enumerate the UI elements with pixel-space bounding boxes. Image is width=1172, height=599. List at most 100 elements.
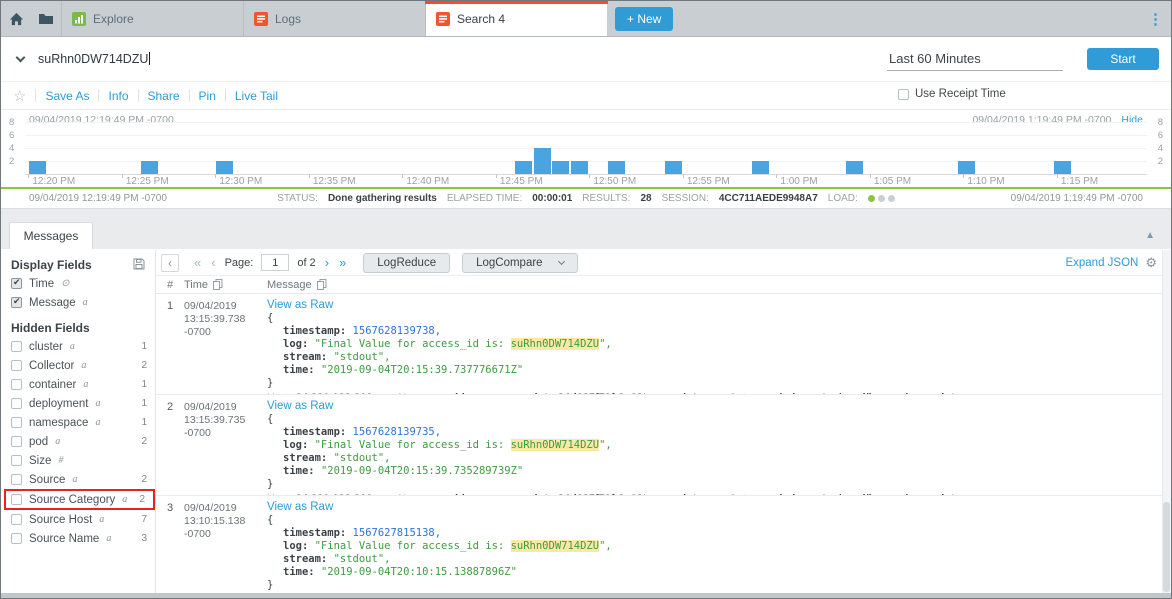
time-range-selector[interactable]: Last 60 Minutes [887, 47, 1063, 71]
histogram-bar[interactable] [552, 161, 569, 174]
hidden-field-row[interactable]: containera1 [11, 375, 155, 394]
host-value[interactable]: 34.220.128.216 [296, 392, 372, 394]
histogram-bar[interactable] [29, 161, 46, 174]
live-tail-link[interactable]: Live Tail [235, 89, 278, 103]
tab-explore[interactable]: Explore [61, 1, 243, 36]
save-fields-icon[interactable] [133, 258, 145, 273]
time-column-header[interactable]: Time [184, 279, 267, 291]
host-value[interactable]: 34.220.128.216 [296, 493, 372, 495]
query-expand-chevron-icon[interactable] [16, 52, 26, 62]
search-match-highlight: suRhn0DW714DZU [511, 439, 600, 451]
category-value[interactable]: kubernetes/prod/loggen/pagerduty [779, 493, 961, 495]
search-row: suRhn0DW714DZU Last 60 Minutes Start [1, 37, 1171, 82]
home-button[interactable] [1, 1, 31, 36]
view-as-raw-link[interactable]: View as Raw [267, 399, 1171, 413]
tab-logs[interactable]: Logs [243, 1, 425, 36]
histogram-bar[interactable] [1054, 161, 1071, 174]
hidden-field-row[interactable]: clustera1 [11, 337, 155, 356]
load-dot [878, 195, 885, 202]
x-axis-tick [870, 174, 871, 178]
hidden-field-row-highlighted[interactable]: Source Categorya2 [4, 489, 155, 510]
field-checkbox[interactable] [11, 417, 22, 428]
toolbar-right: Expand JSON ⚙ [1065, 255, 1157, 271]
field-checkbox[interactable] [11, 494, 22, 505]
tab-search-4[interactable]: Search 4 [425, 1, 607, 36]
last-page-button[interactable]: » [339, 255, 346, 270]
share-link[interactable]: Share [148, 89, 180, 103]
gear-icon[interactable]: ⚙ [1145, 255, 1157, 271]
hidden-field-row[interactable]: deploymenta1 [11, 394, 155, 413]
histogram-bar[interactable] [515, 161, 532, 174]
histogram-bar[interactable] [141, 161, 158, 174]
field-checkbox[interactable] [11, 398, 22, 409]
tab-messages[interactable]: Messages [9, 222, 93, 249]
collapse-fields-button[interactable]: ‹ [161, 254, 179, 272]
histogram-bar[interactable] [534, 148, 551, 174]
first-page-button[interactable]: « [194, 255, 201, 270]
hidden-field-row[interactable]: Source Namea3 [11, 529, 155, 548]
view-as-raw-link[interactable]: View as Raw [267, 500, 1171, 514]
histogram-bar[interactable] [846, 161, 863, 174]
hide-histogram-link[interactable]: Hide [1121, 114, 1143, 126]
hidden-field-row[interactable]: Collectora2 [11, 356, 155, 375]
json-number: 1567628139738, [353, 325, 442, 337]
status-label: STATUS: [277, 193, 318, 204]
hidden-field-row[interactable]: Source Hosta7 [11, 510, 155, 529]
page-number-input[interactable] [261, 254, 289, 271]
field-checkbox[interactable] [11, 297, 22, 308]
field-count: 1 [141, 417, 147, 428]
histogram-bar[interactable] [571, 161, 588, 174]
x-axis-tick-label: 1:15 PM [1061, 176, 1098, 187]
field-name: Source [29, 474, 65, 486]
table-row: 209/04/201913:15:39.735 -0700View as Raw… [156, 395, 1171, 496]
next-page-button[interactable]: › [325, 255, 329, 270]
histogram-bar[interactable] [216, 161, 233, 174]
new-tab-button[interactable]: + New [615, 7, 673, 31]
library-button[interactable] [31, 1, 61, 36]
field-checkbox[interactable] [11, 514, 22, 525]
histogram-bar[interactable] [958, 161, 975, 174]
scrollbar-thumb[interactable] [1163, 502, 1170, 592]
favorite-star-icon[interactable]: ☆ [13, 87, 26, 105]
message-column-header[interactable]: Message [267, 279, 1171, 291]
histogram-bar[interactable] [665, 161, 682, 174]
field-checkbox[interactable] [11, 474, 22, 485]
field-checkbox[interactable] [11, 455, 22, 466]
logreduce-button[interactable]: LogReduce [363, 253, 450, 273]
field-checkbox[interactable] [11, 278, 22, 289]
field-checkbox[interactable] [11, 360, 22, 371]
start-button[interactable]: Start [1087, 48, 1159, 70]
logcompare-button[interactable]: LogCompare [462, 253, 577, 273]
histogram-bar[interactable] [608, 161, 625, 174]
field-name: Source Category [29, 494, 115, 506]
collapse-panel-icon[interactable]: ▲ [1145, 230, 1155, 241]
prev-page-button[interactable]: ‹ [211, 255, 215, 270]
hidden-field-row[interactable]: Sourcea2 [11, 470, 155, 489]
pin-link[interactable]: Pin [199, 89, 216, 103]
field-checkbox[interactable] [11, 533, 22, 544]
field-checkbox[interactable] [11, 379, 22, 390]
horizontal-scrollbar[interactable] [1, 593, 1171, 598]
use-receipt-time-checkbox[interactable] [898, 89, 909, 100]
hidden-field-row[interactable]: poda2 [11, 432, 155, 451]
save-as-link[interactable]: Save As [45, 89, 89, 103]
search-query-input[interactable]: suRhn0DW714DZU [38, 52, 887, 66]
x-axis-tick [122, 174, 123, 178]
json-string: ", [599, 439, 612, 451]
name-value[interactable]: prod-loggen.pagerduty-84d685f79f-2v68t.p… [434, 392, 703, 394]
name-value[interactable]: prod-loggen.pagerduty-84d685f79f-2v68t.p… [434, 493, 703, 495]
category-value[interactable]: kubernetes/prod/loggen/pagerduty [779, 392, 961, 394]
info-link[interactable]: Info [108, 89, 128, 103]
hidden-field-row[interactable]: Size# [11, 451, 155, 470]
json-string: "2019-09-04T20:15:39.735289739Z" [321, 465, 523, 477]
vertical-scrollbar[interactable] [1162, 250, 1171, 594]
histogram-bar[interactable] [752, 161, 769, 174]
field-checkbox[interactable] [11, 436, 22, 447]
expand-json-link[interactable]: Expand JSON [1065, 257, 1138, 269]
hidden-field-row[interactable]: namespacea1 [11, 413, 155, 432]
load-dot [888, 195, 895, 202]
kebab-menu-icon[interactable]: ⋮ [1148, 10, 1163, 28]
field-checkbox[interactable] [11, 341, 22, 352]
view-as-raw-link[interactable]: View as Raw [267, 298, 1171, 312]
search-match-highlight: suRhn0DW714DZU [511, 540, 600, 552]
